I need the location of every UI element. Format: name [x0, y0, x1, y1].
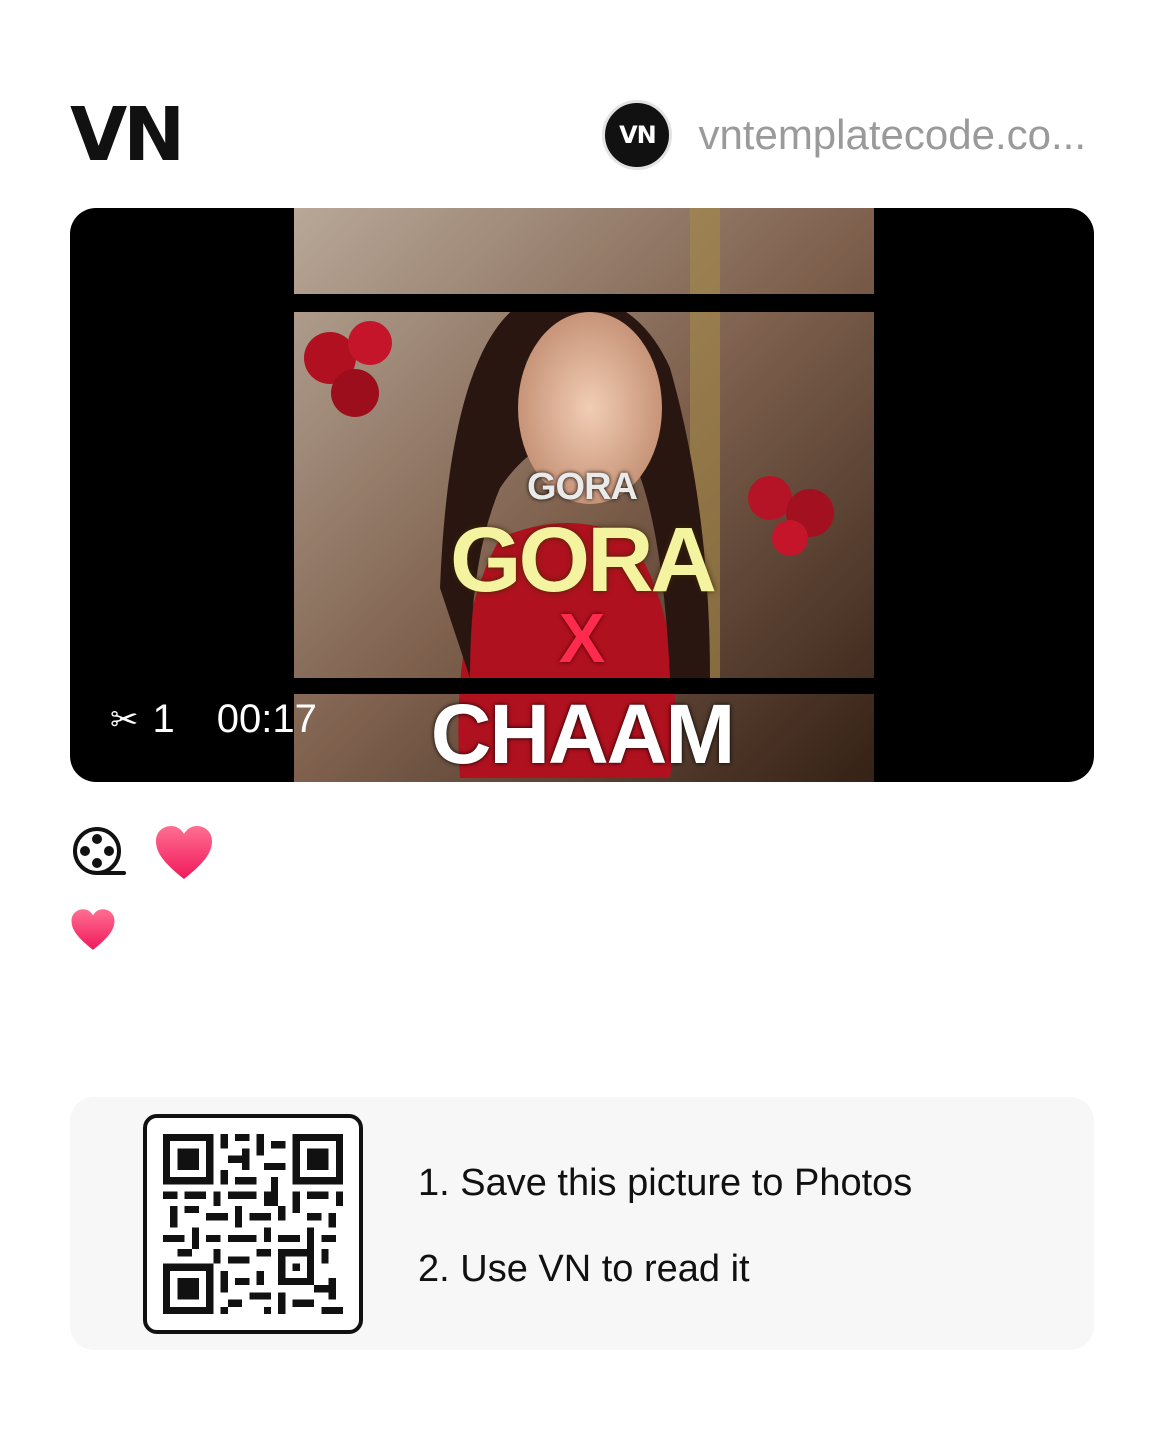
qr-card: 1. Save this picture to Photos 2. Use VN…	[70, 1097, 1094, 1350]
author-info[interactable]: VN vntemplatecode.co...	[602, 98, 1086, 172]
author-name[interactable]: vntemplatecode.co...	[698, 111, 1086, 159]
film-reel-icon[interactable]	[70, 824, 128, 882]
author-avatar[interactable]: VN	[602, 100, 673, 170]
overlay-text-small: GORA	[527, 466, 638, 508]
vn-logo: VN	[70, 92, 185, 178]
heart-icon[interactable]	[154, 825, 214, 881]
qr-instructions: 1. Save this picture to Photos 2. Use VN…	[418, 1161, 912, 1291]
video-preview[interactable]: GORA GORA X CHAAM ✂ 1 00:17	[70, 208, 1094, 782]
clip-count: 1	[152, 697, 175, 741]
description-heart-icon	[71, 909, 115, 950]
qr-code	[143, 1114, 363, 1334]
scissors-icon: ✂	[110, 700, 139, 739]
qr-code-image	[163, 1134, 343, 1314]
reactions-row	[70, 824, 214, 882]
video-meta: ✂ 1 00:17	[110, 697, 317, 742]
overlay-text-chaam: CHAAM	[430, 687, 736, 781]
video-duration: 00:17	[216, 697, 317, 741]
overlay-text-x: X	[558, 599, 606, 677]
instruction-step-1: 1. Save this picture to Photos	[418, 1162, 913, 1204]
instruction-step-2: 2. Use VN to read it	[418, 1248, 750, 1290]
